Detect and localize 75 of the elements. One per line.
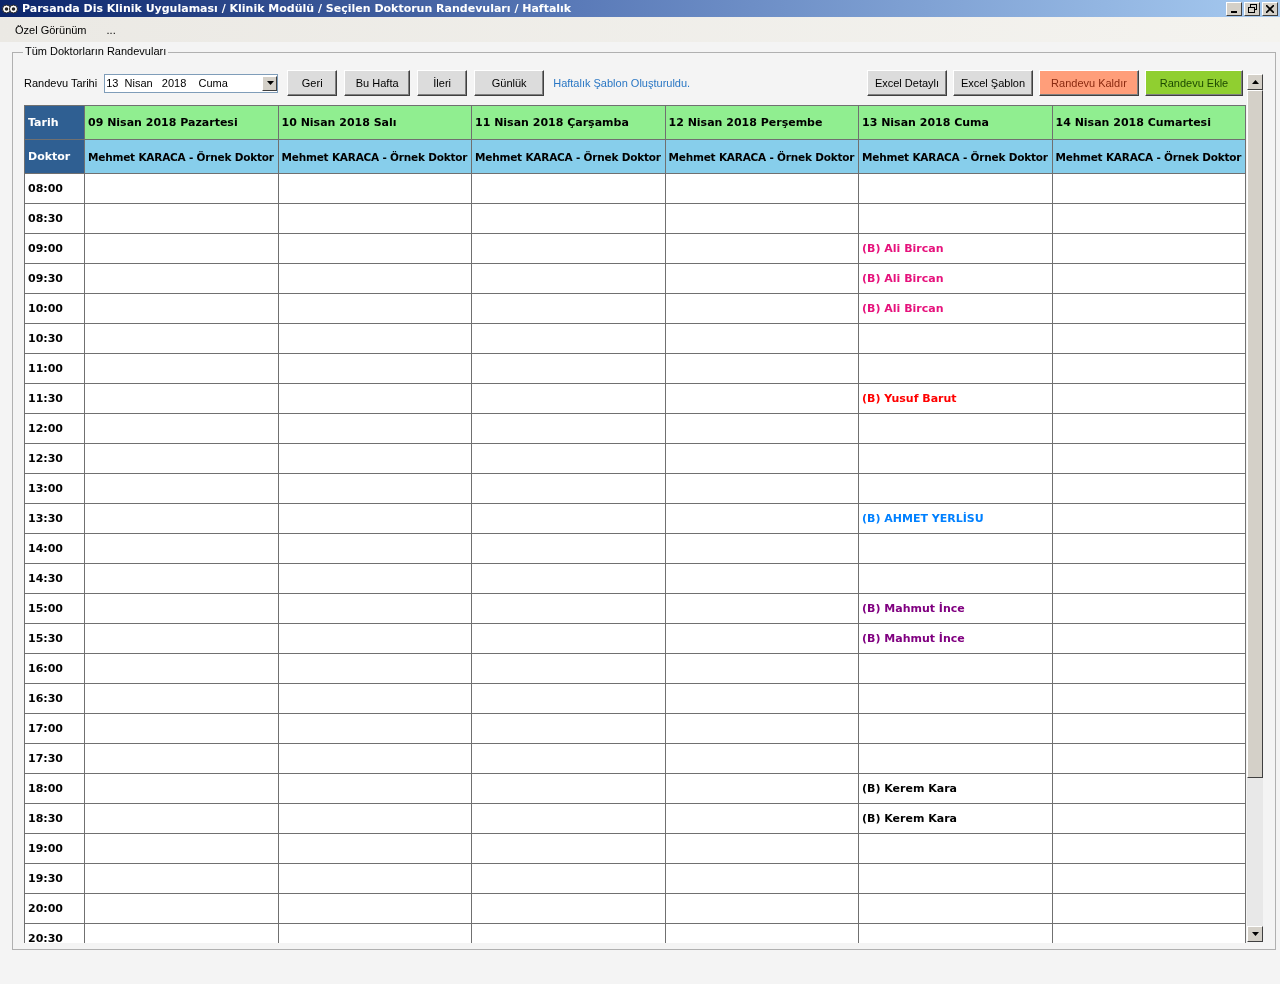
time-cell: 13:30: [25, 504, 85, 534]
appointment-cell[interactable]: (B) Yusuf Barut: [859, 384, 1053, 414]
status-message: Haftalık Şablon Oluşturuldu.: [553, 77, 692, 89]
time-cell: 17:00: [25, 714, 85, 744]
nav-button[interactable]: Günlük: [474, 70, 545, 96]
time-cell: 11:30: [25, 384, 85, 414]
scroll-down-icon: [1251, 932, 1259, 936]
day-header: 12 Nisan 2018 Perşembe: [665, 106, 859, 140]
group-title: Tüm Doktorların Randevuları: [23, 45, 169, 57]
excel-button[interactable]: Excel Şablon: [953, 70, 1033, 96]
appointment-cell[interactable]: (B) Ali Bircan: [859, 294, 1053, 324]
date-dropdown[interactable]: 13 Nisan 2018 Cuma: [104, 73, 279, 93]
menu-item[interactable]: ...: [99, 21, 123, 38]
minimize-icon: [1231, 10, 1237, 13]
doctor-header-cell: Mehmet KARACA - Örnek Doktor: [1052, 140, 1246, 174]
doctor-header-cell: Mehmet KARACA - Örnek Doktor: [859, 140, 1053, 174]
nav-button[interactable]: İleri: [417, 70, 468, 96]
appointment-cell[interactable]: (B) AHMET YERLİSU: [859, 504, 1053, 534]
day-header: 09 Nisan 2018 Pazartesi: [85, 106, 279, 140]
scroll-up-icon: [1251, 80, 1259, 84]
minimize-button[interactable]: [1226, 1, 1242, 16]
remove-appointment-button[interactable]: Randevu Kaldır: [1039, 70, 1139, 96]
dropdown-arrow-icon: [266, 81, 274, 85]
menu-item[interactable]: Özel Görünüm: [8, 21, 94, 38]
scrollbar[interactable]: [1247, 74, 1263, 942]
time-cell: 20:00: [25, 894, 85, 924]
time-cell: 16:30: [25, 684, 85, 714]
add-appointment-button[interactable]: Randevu Ekle: [1145, 70, 1243, 96]
time-cell: 15:30: [25, 624, 85, 654]
appointment-cell[interactable]: (B) Kerem Kara: [859, 774, 1053, 804]
time-cell: 10:00: [25, 294, 85, 324]
day-header: 11 Nisan 2018 Çarşamba: [472, 106, 666, 140]
day-header: 14 Nisan 2018 Cumartesi: [1052, 106, 1246, 140]
doctor-header: Doktor: [25, 140, 85, 174]
time-cell: 19:00: [25, 834, 85, 864]
appointment-cell[interactable]: (B) Ali Bircan: [859, 234, 1053, 264]
appointment-cell[interactable]: (B) Kerem Kara: [859, 804, 1053, 834]
day-header: 10 Nisan 2018 Salı: [278, 106, 472, 140]
close-button[interactable]: [1262, 1, 1278, 16]
time-cell: 17:30: [25, 744, 85, 774]
restore-icon: [1247, 4, 1257, 13]
day-header: 13 Nisan 2018 Cuma: [859, 106, 1053, 140]
date-header: Tarih: [25, 106, 85, 140]
time-cell: 11:00: [25, 354, 85, 384]
time-cell: 08:00: [25, 174, 85, 204]
excel-button[interactable]: Excel Detaylı: [867, 70, 947, 96]
nav-button[interactable]: Geri: [287, 70, 338, 96]
time-cell: 18:00: [25, 774, 85, 804]
appointment-cell[interactable]: (B) Mahmut İnce: [859, 594, 1053, 624]
time-cell: 19:30: [25, 864, 85, 894]
doctor-header-cell: Mehmet KARACA - Örnek Doktor: [472, 140, 666, 174]
time-cell: 14:00: [25, 534, 85, 564]
time-cell: 14:30: [25, 564, 85, 594]
date-label: Randevu Tarihi: [24, 77, 98, 89]
time-cell: 13:00: [25, 474, 85, 504]
doctor-header-cell: Mehmet KARACA - Örnek Doktor: [85, 140, 279, 174]
time-cell: 15:00: [25, 594, 85, 624]
time-cell: 16:00: [25, 654, 85, 684]
time-cell: 08:30: [25, 204, 85, 234]
appointment-cell[interactable]: (B) Ali Bircan: [859, 264, 1053, 294]
appointment-cell[interactable]: (B) Mahmut İnce: [859, 624, 1053, 654]
time-cell: 12:00: [25, 414, 85, 444]
time-cell: 09:00: [25, 234, 85, 264]
time-cell: 18:30: [25, 804, 85, 834]
owl-eyes-icon: [2, 2, 18, 15]
window-title: Parsanda Dis Klinik Uygulaması / Klinik Modülü / Seçilen Doktorun Randevuları / Haftalık: [22, 2, 573, 15]
doctor-header-cell: Mehmet KARACA - Örnek Doktor: [665, 140, 859, 174]
time-cell: 12:30: [25, 444, 85, 474]
nav-button[interactable]: Bu Hafta: [344, 70, 411, 96]
time-cell: 10:30: [25, 324, 85, 354]
restore-button[interactable]: [1244, 1, 1260, 16]
time-cell: 20:30: [25, 924, 85, 943]
doctor-header-cell: Mehmet KARACA - Örnek Doktor: [278, 140, 472, 174]
time-cell: 09:30: [25, 264, 85, 294]
close-icon: [1266, 4, 1274, 13]
